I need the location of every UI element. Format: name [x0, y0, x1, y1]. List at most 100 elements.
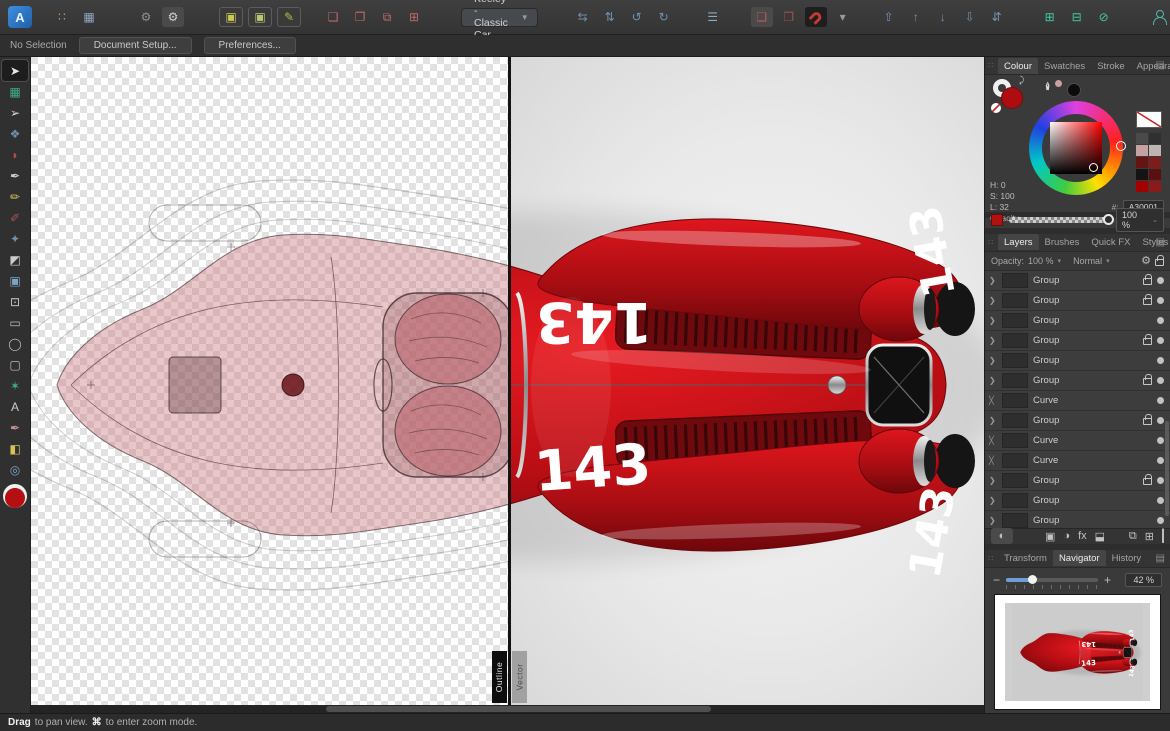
panel-menu-icon[interactable]: ▤: [1156, 553, 1165, 564]
vector-crop-tool[interactable]: ⊡: [2, 291, 28, 312]
pencil-tool[interactable]: ✏: [2, 186, 28, 207]
artistic-text-tool[interactable]: A: [2, 396, 28, 417]
gear-active-icon[interactable]: ⚙: [162, 7, 184, 27]
layer-visibility-icon[interactable]: [1157, 437, 1164, 444]
layer-row[interactable]: ╳Curve: [985, 451, 1170, 471]
tab-history[interactable]: History: [1106, 550, 1148, 566]
tab-stroke[interactable]: Stroke: [1091, 58, 1130, 74]
opacity-slider-knob[interactable]: [1103, 214, 1114, 225]
document-setup-button[interactable]: Document Setup...: [79, 37, 192, 54]
zoom-percentage[interactable]: 42 %: [1125, 573, 1162, 587]
layer-lock-icon[interactable]: [1143, 338, 1152, 345]
fill-tool[interactable]: ◧: [2, 438, 28, 459]
colour-swatch-4[interactable]: [1136, 157, 1148, 168]
move-backward-icon[interactable]: ↓: [932, 7, 954, 27]
ellipse-tool[interactable]: ◯: [2, 333, 28, 354]
colour-swatch-1[interactable]: [1149, 133, 1161, 144]
fill-colour-circle[interactable]: [1001, 87, 1023, 109]
layer-visibility-icon[interactable]: [1157, 417, 1164, 424]
colour-swatch-3[interactable]: [1149, 145, 1161, 156]
layer-lock-icon[interactable]: [1143, 478, 1152, 485]
flip-horizontal-icon[interactable]: ⇆: [572, 7, 594, 27]
colour-swatch-0[interactable]: [1136, 133, 1148, 144]
layer-row[interactable]: ❯Group: [985, 411, 1170, 431]
corner-tool[interactable]: ❖: [2, 123, 28, 144]
export-persona-icon[interactable]: ▦: [78, 7, 100, 27]
replace-selection-icon[interactable]: ⊞: [403, 7, 425, 27]
colour-swatch-6[interactable]: [1136, 169, 1148, 180]
tab-colour[interactable]: Colour: [998, 58, 1038, 74]
gear-icon[interactable]: ⚙: [135, 7, 157, 27]
move-swap-icon[interactable]: ⇵: [986, 7, 1008, 27]
contour-tool[interactable]: ◗: [2, 144, 28, 165]
document-canvas[interactable]: 143143143143 Outline Vector: [31, 57, 984, 713]
expand-chevron-icon[interactable]: ❯: [989, 316, 997, 325]
layer-lock-icon[interactable]: [1143, 298, 1152, 305]
transparency-tool[interactable]: ◩: [2, 249, 28, 270]
rotate-ccw-icon[interactable]: ↺: [626, 7, 648, 27]
insert-inside-icon[interactable]: ⧉: [376, 7, 398, 27]
layer-visibility-icon[interactable]: [1157, 477, 1164, 484]
account-icon[interactable]: [1148, 7, 1170, 27]
document-title-dropdown[interactable]: Mark Keeley - Classic Car (41.9%) ▼: [461, 8, 538, 27]
snap-preset-pen-icon[interactable]: ✎: [277, 7, 301, 27]
layer-visibility-icon[interactable]: [1157, 497, 1164, 504]
panel-menu-icon[interactable]: ▤: [1156, 237, 1165, 248]
layer-lock-icon[interactable]: [1143, 418, 1152, 425]
preferences-button[interactable]: Preferences...: [204, 37, 296, 54]
blend-mode-dropdown[interactable]: Normal: [1073, 256, 1102, 266]
boolean-divide-icon[interactable]: ⊘: [1093, 7, 1115, 27]
zoom-out-button[interactable]: −: [993, 573, 1000, 587]
colour-swatch-2[interactable]: [1136, 145, 1148, 156]
flip-vertical-icon[interactable]: ⇅: [599, 7, 621, 27]
navigator-thumbnail[interactable]: 143143143143: [994, 594, 1161, 710]
add-layer-icon[interactable]: ⊞: [1145, 530, 1154, 543]
none-swatch[interactable]: [1136, 111, 1162, 128]
tab-transform[interactable]: Transform: [998, 550, 1053, 566]
expand-chevron-icon[interactable]: ❯: [989, 416, 997, 425]
boolean-subtract-icon[interactable]: ⊟: [1066, 7, 1088, 27]
snapping-magnet-icon[interactable]: [805, 7, 827, 27]
move-to-front-icon[interactable]: ⇧: [878, 7, 900, 27]
tab-brushes[interactable]: Brushes: [1039, 234, 1086, 250]
insert-target-icon[interactable]: ❏: [751, 7, 773, 27]
opacity-slider[interactable]: [1009, 217, 1110, 223]
tab-swatches[interactable]: Swatches: [1038, 58, 1091, 74]
duplicate-layer-icon[interactable]: ⧉: [1129, 530, 1137, 543]
colour-swatch-9[interactable]: [1149, 181, 1161, 192]
snap-preset-2-icon[interactable]: ▣: [248, 7, 272, 27]
expand-chevron-icon[interactable]: ❯: [989, 516, 997, 525]
rotate-cw-icon[interactable]: ↻: [653, 7, 675, 27]
edit-all-layers-button[interactable]: ◐: [991, 528, 1013, 544]
layer-row[interactable]: ❯Group: [985, 351, 1170, 371]
layer-visibility-icon[interactable]: [1157, 377, 1164, 384]
horizontal-scrollbar-thumb[interactable]: [326, 706, 711, 712]
layer-visibility-icon[interactable]: [1157, 457, 1164, 464]
view-mode-tab-outline[interactable]: Outline: [492, 651, 507, 703]
colour-swatch-5[interactable]: [1149, 157, 1161, 168]
expand-chevron-icon[interactable]: ❯: [989, 356, 997, 365]
expand-chevron-icon[interactable]: ❯: [989, 336, 997, 345]
boolean-add-icon[interactable]: ⊞: [1039, 7, 1061, 27]
insert-behind-icon[interactable]: ❐: [349, 7, 371, 27]
vector-brush-tool[interactable]: ✐: [2, 207, 28, 228]
layer-row[interactable]: ╳Curve: [985, 391, 1170, 411]
horizontal-scrollbar[interactable]: [31, 705, 984, 713]
secondary-colour-circle[interactable]: [1067, 83, 1081, 97]
move-to-back-icon[interactable]: ⇩: [959, 7, 981, 27]
expand-chevron-icon[interactable]: ❯: [989, 496, 997, 505]
layer-row[interactable]: ❯Group: [985, 371, 1170, 391]
colour-swatch-7[interactable]: [1149, 169, 1161, 180]
zoom-tool[interactable]: ◎: [2, 459, 28, 480]
alignment-icon[interactable]: ☰: [702, 7, 724, 27]
layer-visibility-icon[interactable]: [1157, 337, 1164, 344]
layer-row[interactable]: ╳Curve: [985, 431, 1170, 451]
paint-brush-tool[interactable]: ✦: [2, 228, 28, 249]
layer-row[interactable]: ❯Group: [985, 271, 1170, 291]
split-view-divider[interactable]: [508, 57, 511, 705]
mask-layer-icon[interactable]: ▣: [1045, 530, 1055, 543]
tools-fill-stroke-indicator[interactable]: [2, 484, 28, 510]
insert-mode-icon[interactable]: ❐: [778, 7, 800, 27]
layer-row[interactable]: ❯Group: [985, 311, 1170, 331]
delete-layer-icon[interactable]: [1162, 530, 1164, 542]
